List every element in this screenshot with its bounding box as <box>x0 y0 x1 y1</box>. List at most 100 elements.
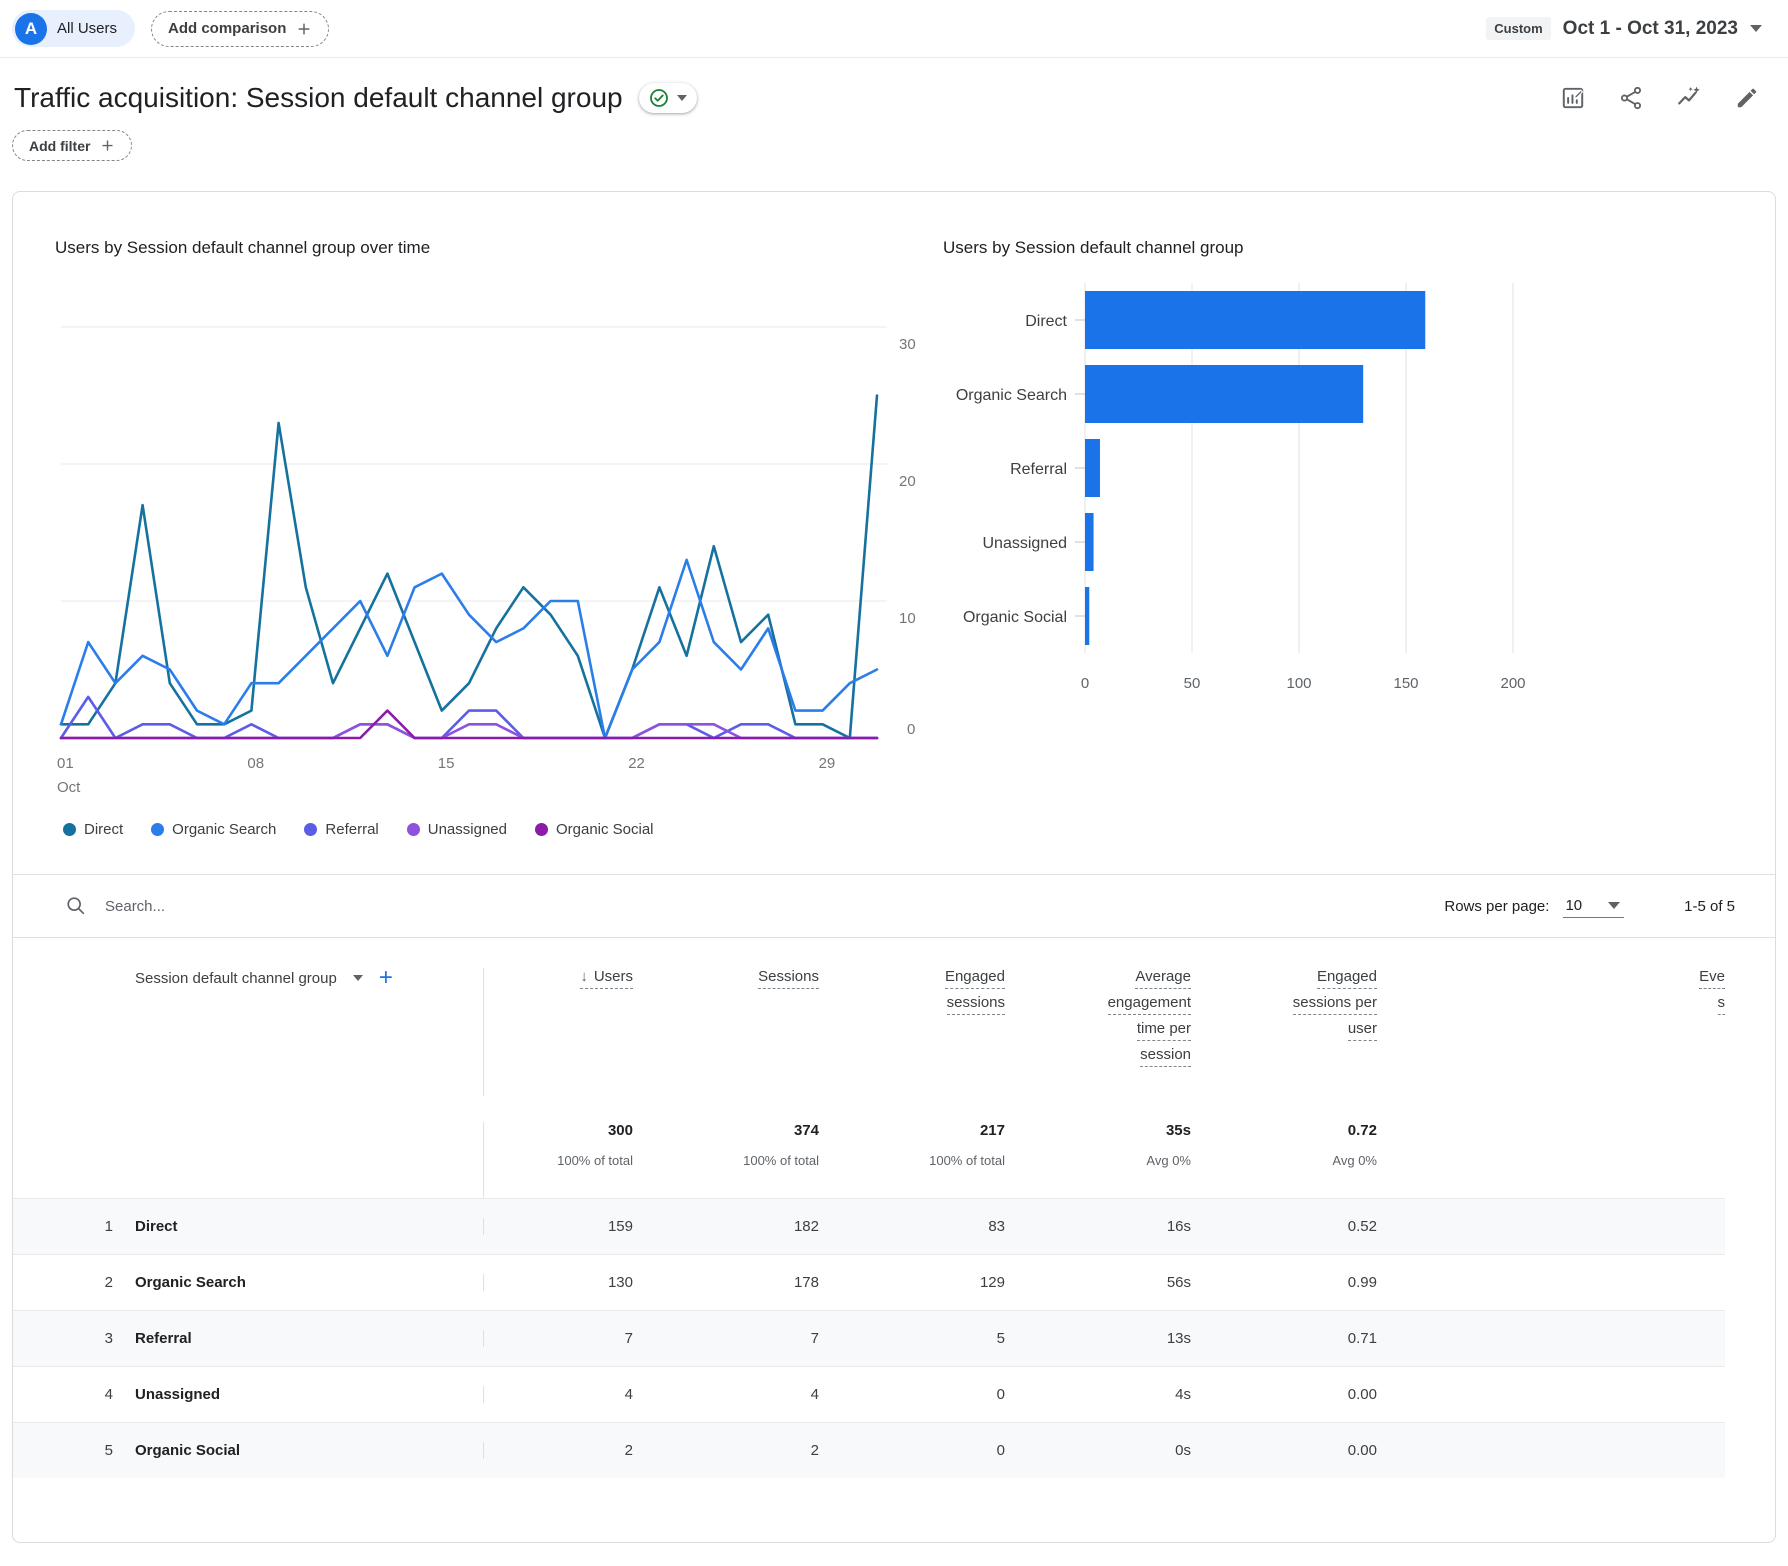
totals-cell <box>1377 1122 1725 1198</box>
metric-cell: 129 <box>979 1274 1005 1291</box>
svg-text:10: 10 <box>899 610 916 627</box>
legend-dot <box>63 823 76 836</box>
totals-cell: 217 100% of total <box>819 1122 1005 1198</box>
channel-name: Referral <box>135 1330 192 1347</box>
column-header-average-engagement-time-per-session[interactable]: Average engagement time per session <box>1005 968 1191 1096</box>
table-totals-row: 300 100% of total 374 100% of total 217 100% … <box>13 1096 1725 1198</box>
all-users-label: All Users <box>57 20 118 37</box>
legend-label: Organic Search <box>172 821 277 838</box>
table-row[interactable]: 5 Organic Social 2 2 0 0s 0.00 <box>13 1422 1725 1478</box>
bar-chart-title: Users by Session default channel group <box>943 238 1244 257</box>
svg-text:20: 20 <box>899 473 916 490</box>
rows-per-page-value: 10 <box>1565 897 1583 914</box>
row-number: 1 <box>104 1218 113 1235</box>
totals-subtext: 100% of total <box>929 1153 1005 1168</box>
column-header-engaged-sessions[interactable]: Engaged sessions <box>819 968 1005 1096</box>
table-row[interactable]: 3 Referral 7 7 5 13s 0.71 <box>13 1310 1725 1366</box>
search-input[interactable] <box>103 896 523 916</box>
legend-item[interactable]: Unassigned <box>406 821 507 838</box>
legend-label: Direct <box>84 821 124 838</box>
svg-text:Direct: Direct <box>1025 313 1067 330</box>
metric-cell: 0.00 <box>1347 1386 1377 1403</box>
svg-text:22: 22 <box>628 755 645 772</box>
chevron-down-icon[interactable] <box>1750 25 1762 32</box>
column-header-users[interactable]: ↓ Users <box>483 968 633 1096</box>
metric-cell: 0.52 <box>1347 1218 1377 1235</box>
customize-report-icon[interactable] <box>1560 85 1586 111</box>
channel-name: Organic Social <box>135 1442 241 1459</box>
legend-item[interactable]: Organic Search <box>151 821 276 838</box>
metric-cell: 0s <box>1175 1442 1191 1459</box>
chevron-down-icon <box>1608 902 1621 909</box>
metric-cell: 0 <box>996 1442 1005 1459</box>
row-number: 2 <box>104 1274 113 1291</box>
top-bar: A All Users Add comparison Custom Oct 1 … <box>0 0 1788 58</box>
column-header-line: Engaged <box>1316 969 1377 989</box>
insights-icon[interactable] <box>1676 85 1702 111</box>
svg-text:0: 0 <box>1081 675 1089 692</box>
metric-cell: 0.99 <box>1347 1274 1377 1291</box>
metric-cell: 0 <box>996 1386 1005 1403</box>
column-header-eve-s[interactable]: Eve s <box>1377 968 1725 1096</box>
bar-chart[interactable]: 0 50 100 150 200 Direct Organic Search Referral… <box>943 268 1543 728</box>
metric-cell: 7 <box>810 1330 819 1347</box>
row-number: 4 <box>104 1386 113 1403</box>
column-header-line: Engaged <box>944 969 1005 989</box>
metric-cell: 178 <box>793 1274 819 1291</box>
totals-value: 374 <box>793 1122 819 1139</box>
column-header-line: s <box>1717 995 1725 1015</box>
metric-cell: 56s <box>1166 1274 1191 1291</box>
table-row[interactable]: 1 Direct 159 182 83 16s 0.52 <box>13 1198 1725 1254</box>
metric-cell: 2 <box>483 1442 633 1459</box>
svg-text:Referral: Referral <box>1010 461 1067 478</box>
column-header-line: ↓ Users <box>580 969 633 989</box>
add-dimension-button[interactable]: + <box>379 966 393 990</box>
chevron-down-icon <box>676 95 687 101</box>
data-quality-badge[interactable] <box>638 83 697 113</box>
totals-subtext: Avg 0% <box>1146 1153 1191 1168</box>
add-comparison-button[interactable]: Add comparison <box>151 10 330 47</box>
totals-subtext: 100% of total <box>743 1153 819 1168</box>
totals-subtext: Avg 0% <box>1332 1153 1377 1168</box>
metric-cell: 7 <box>483 1330 633 1347</box>
column-header-sessions[interactable]: Sessions <box>633 968 819 1096</box>
channel-name: Direct <box>135 1218 178 1235</box>
metric-cell: 13s <box>1166 1330 1191 1347</box>
table-header-row: Session default channel group + ↓ Users Se… <box>13 938 1725 1096</box>
metric-cell: 130 <box>483 1274 633 1291</box>
dimension-cell: 4 Unassigned <box>13 1386 483 1403</box>
legend-item[interactable]: Direct <box>63 821 123 838</box>
column-header-engaged-sessions-per-user[interactable]: Engaged sessions per user <box>1191 968 1377 1096</box>
totals-value: 300 <box>607 1122 633 1139</box>
column-header-line: Eve <box>1699 969 1725 989</box>
edit-icon[interactable] <box>1734 85 1760 111</box>
column-header-line: session <box>1140 1047 1191 1067</box>
share-icon[interactable] <box>1618 85 1644 111</box>
legend-item[interactable]: Organic Social <box>534 821 654 838</box>
table-toolbar: Rows per page: 10 1-5 of 5 <box>13 874 1775 938</box>
svg-text:50: 50 <box>1184 675 1201 692</box>
legend-dot <box>151 823 165 836</box>
legend-item[interactable]: Referral <box>304 821 379 838</box>
custom-badge: Custom <box>1486 17 1551 40</box>
page-title: Traffic acquisition: Session default cha… <box>14 82 623 113</box>
add-filter-label: Add filter <box>29 137 91 154</box>
svg-text:29: 29 <box>819 755 836 772</box>
rows-per-page-select[interactable]: 10 <box>1563 894 1625 918</box>
report-header: Traffic acquisition: Session default cha… <box>0 58 1788 114</box>
svg-text:Organic Social: Organic Social <box>963 609 1067 626</box>
all-users-chip[interactable]: A All Users <box>12 10 136 47</box>
add-filter-button[interactable]: Add filter <box>12 130 133 161</box>
table-row[interactable]: 2 Organic Search 130 178 129 56s 0.99 <box>13 1254 1725 1310</box>
dimension-header[interactable]: Session default channel group <box>135 970 337 987</box>
svg-text:01: 01 <box>57 755 74 772</box>
dimension-cell: 1 Direct <box>13 1218 483 1235</box>
chevron-down-icon[interactable] <box>352 975 363 981</box>
totals-subtext: 100% of total <box>557 1153 633 1168</box>
metric-cell: 4 <box>810 1386 819 1403</box>
line-chart[interactable]: 30 20 10 0 01 Oct 08 15 22 29 <box>55 268 939 813</box>
date-range[interactable]: Oct 1 - Oct 31, 2023 <box>1563 18 1738 40</box>
plus-icon <box>102 140 113 151</box>
metric-cell: 5 <box>996 1330 1005 1347</box>
table-row[interactable]: 4 Unassigned 4 4 0 4s 0.00 <box>13 1366 1725 1422</box>
